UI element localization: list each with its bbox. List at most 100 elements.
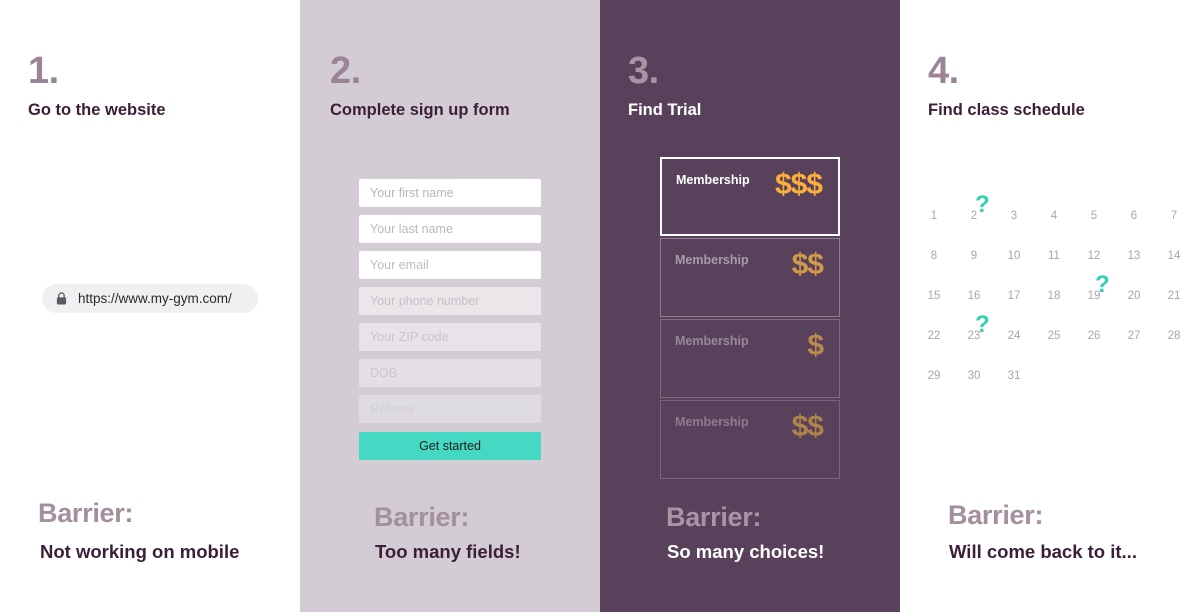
step-number-2: 2. — [330, 50, 361, 92]
step-column-3: 3. Find Trial Membership $$$ Membership … — [600, 0, 900, 612]
email-field[interactable]: Your email — [359, 251, 541, 279]
plan-price: $$ — [791, 410, 824, 443]
calendar-day[interactable]: 11 — [1034, 236, 1074, 276]
step-column-4: 4. Find class schedule 1 2? 3 4 5 6 7 8 9 10 11 12 1… — [900, 0, 1200, 612]
calendar-day[interactable]: 1 — [914, 196, 954, 236]
calendar-day-number: 24 — [1007, 330, 1021, 342]
calendar-day[interactable]: 14 — [1154, 236, 1194, 276]
barrier-text-3: So many choices! — [667, 541, 825, 562]
calendar-day[interactable]: 29 — [914, 356, 954, 396]
calendar-day-number: 4 — [1050, 210, 1058, 222]
calendar-day[interactable]: 23? — [954, 313, 994, 356]
calendar-day[interactable]: 24 — [994, 316, 1034, 356]
calendar-day[interactable]: 16 — [954, 276, 994, 316]
calendar-day[interactable]: 15 — [914, 276, 954, 316]
calendar-day-number: 9 — [970, 250, 978, 262]
barrier-text-4: Will come back to it... — [949, 541, 1137, 562]
calendar-day-number: 16 — [967, 290, 981, 302]
calendar-day-number: 21 — [1167, 290, 1181, 302]
calendar-day-number: 14 — [1167, 250, 1181, 262]
calendar-day-number: 30 — [967, 370, 981, 382]
calendar-day-number: 5 — [1090, 210, 1098, 222]
barrier-text-1: Not working on mobile — [40, 541, 240, 562]
calendar-day-number: 2 — [970, 210, 978, 222]
step-number-4: 4. — [928, 50, 959, 92]
plan-price: $$$ — [774, 168, 823, 201]
calendar-day-number: 20 — [1127, 290, 1141, 302]
calendar-day[interactable]: 19? — [1074, 273, 1114, 316]
calendar-grid: 1 2? 3 4 5 6 7 8 9 10 11 12 13 14 15 16 17 18 19? 20 21 22 23?… — [914, 193, 1186, 396]
plan-name: Membership — [676, 173, 750, 187]
calendar-day[interactable]: 13 — [1114, 236, 1154, 276]
calendar-day-number: 18 — [1047, 290, 1061, 302]
calendar-day-number: 19 — [1087, 290, 1101, 302]
calendar-day-number: 15 — [927, 290, 941, 302]
calendar-day-number: 1 — [930, 210, 938, 222]
calendar-day[interactable]: 7 — [1154, 196, 1194, 236]
last-name-field[interactable]: Your last name — [359, 215, 541, 243]
lock-icon — [56, 292, 67, 305]
calendar-day[interactable]: 17 — [994, 276, 1034, 316]
url-text: https://www.my-gym.com/ — [78, 291, 232, 306]
calendar-day-number: 13 — [1127, 250, 1141, 262]
calendar-day[interactable]: 3 — [994, 196, 1034, 236]
plan-price: $$ — [791, 248, 824, 281]
calendar-day-number: 26 — [1087, 330, 1101, 342]
calendar-day-number: 11 — [1048, 250, 1060, 262]
phone-field[interactable]: Your phone number — [359, 287, 541, 315]
calendar-day[interactable]: 8 — [914, 236, 954, 276]
calendar-day[interactable]: 12 — [1074, 236, 1114, 276]
zip-code-field[interactable]: Your ZIP code — [359, 323, 541, 351]
step-title-3: Find Trial — [628, 101, 702, 119]
calendar-day[interactable]: 18 — [1034, 276, 1074, 316]
steps-board: 1. Go to the website https://www.my-gym.… — [0, 0, 1200, 612]
first-name-field[interactable]: Your first name — [359, 179, 541, 207]
calendar-day-number: 10 — [1007, 250, 1021, 262]
calendar-day-number: 7 — [1170, 210, 1178, 222]
calendar-day-number: 12 — [1087, 250, 1101, 262]
calendar-day[interactable]: 5 — [1074, 196, 1114, 236]
step-column-1: 1. Go to the website https://www.my-gym.… — [0, 0, 300, 612]
class-schedule-calendar: 1 2? 3 4 5 6 7 8 9 10 11 12 13 14 15 16 17 18 19? 20 21 22 23?… — [914, 193, 1186, 396]
membership-plan-card[interactable]: Membership $ — [660, 319, 840, 398]
step-column-2: 2. Complete sign up form Your first name… — [300, 0, 600, 612]
get-started-button[interactable]: Get started — [359, 432, 541, 460]
membership-plan-list: Membership $$$ Membership $$ Membership … — [660, 157, 840, 481]
calendar-day[interactable]: 30 — [954, 356, 994, 396]
calendar-day[interactable]: 20 — [1114, 276, 1154, 316]
calendar-day[interactable]: 21 — [1154, 276, 1194, 316]
calendar-day-number: 28 — [1167, 330, 1181, 342]
url-bar[interactable]: https://www.my-gym.com/ — [42, 284, 258, 313]
calendar-day[interactable]: 10 — [994, 236, 1034, 276]
step-number-1: 1. — [28, 50, 59, 92]
calendar-day-number: 3 — [1010, 210, 1018, 222]
plan-name: Membership — [675, 415, 749, 429]
calendar-day-number: 8 — [930, 250, 938, 262]
dob-field[interactable]: DOB — [359, 359, 541, 387]
calendar-day[interactable]: 4 — [1034, 196, 1074, 236]
calendar-day[interactable]: 28 — [1154, 316, 1194, 356]
calendar-day[interactable]: 26 — [1074, 316, 1114, 356]
calendar-day-number: 22 — [927, 330, 941, 342]
membership-plan-card[interactable]: Membership $$ — [660, 400, 840, 479]
calendar-day[interactable]: 25 — [1034, 316, 1074, 356]
calendar-day-number: 17 — [1007, 290, 1021, 302]
barrier-label-1: Barrier: — [38, 498, 134, 528]
calendar-day[interactable]: 2? — [954, 193, 994, 236]
calendar-day[interactable]: 9 — [954, 236, 994, 276]
calendar-day[interactable]: 22 — [914, 316, 954, 356]
step-title-1: Go to the website — [28, 101, 166, 119]
calendar-day-number: 6 — [1130, 210, 1138, 222]
barrier-text-2: Too many fields! — [375, 541, 521, 562]
barrier-label-2: Barrier: — [374, 502, 470, 532]
step-title-4: Find class schedule — [928, 101, 1085, 119]
calendar-day-number: 25 — [1047, 330, 1061, 342]
barrier-label-3: Barrier: — [666, 502, 762, 532]
membership-plan-card[interactable]: Membership $$ — [660, 238, 840, 317]
membership-plan-card[interactable]: Membership $$$ — [660, 157, 840, 236]
calendar-day[interactable]: 31 — [994, 356, 1034, 396]
calendar-day[interactable]: 6 — [1114, 196, 1154, 236]
calendar-day-number: 23 — [967, 330, 981, 342]
calendar-day[interactable]: 27 — [1114, 316, 1154, 356]
referral-field[interactable]: Referral — [359, 395, 541, 423]
